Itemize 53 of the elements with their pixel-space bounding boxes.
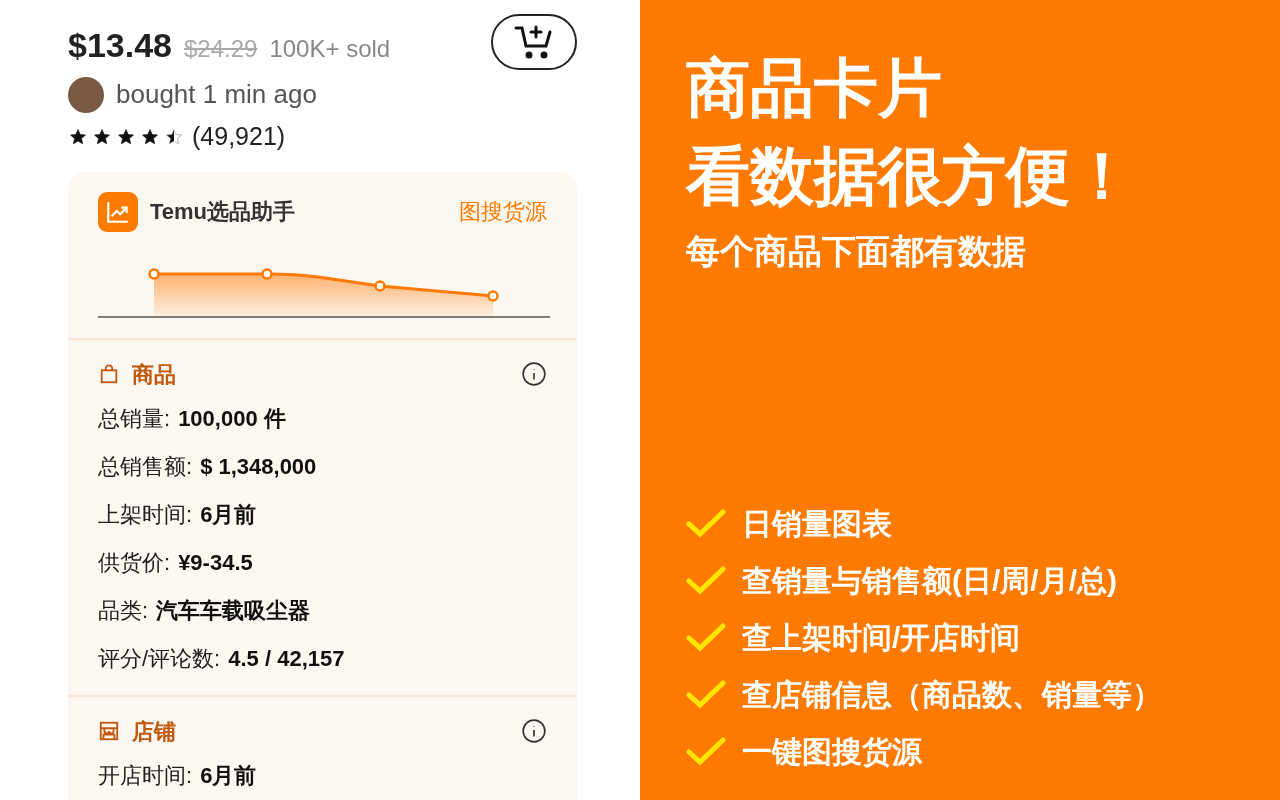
star-icon	[116, 126, 136, 147]
avatar	[68, 76, 104, 113]
star-icon	[140, 126, 160, 147]
shopping-bag-icon	[98, 363, 120, 385]
promo-headline: 看数据很方便！	[686, 139, 1135, 214]
stat-label: 品类:	[98, 596, 149, 625]
star-icon	[164, 126, 184, 147]
add-to-cart-button[interactable]	[491, 13, 577, 70]
review-count: (49,921)	[192, 121, 286, 152]
data-point	[487, 289, 499, 302]
stat-value: $ 1,348,000	[200, 452, 317, 481]
check-icon	[686, 679, 726, 710]
feature-text: 日销量图表	[742, 506, 892, 542]
stat-value: 100,000 件	[178, 404, 286, 433]
star-icon	[92, 126, 112, 147]
feature-text: 查店铺信息（商品数、销量等）	[742, 677, 1162, 713]
feature-text: 查销量与销售额(日/周/月/总)	[742, 563, 1117, 599]
promo-headline: 商品卡片	[686, 51, 943, 126]
section-title: 商品	[132, 360, 176, 389]
stat-value: ¥9-34.5	[178, 548, 253, 577]
check-icon	[686, 622, 726, 653]
star-icon	[68, 126, 88, 147]
stat-value: 汽车车载吸尘器	[156, 596, 311, 625]
stat-label: 总销售额:	[98, 452, 193, 481]
chart-logo-icon	[98, 191, 138, 232]
storefront-icon	[98, 720, 120, 742]
feature-text: 查上架时间/开店时间	[742, 620, 1021, 656]
sold-count: 100K+ sold	[269, 34, 391, 64]
data-point	[148, 267, 160, 280]
card-title: Temu选品助手	[150, 198, 296, 226]
feature-text: 一键图搜货源	[742, 734, 922, 770]
cart-plus-icon	[514, 23, 554, 60]
check-icon	[686, 565, 726, 596]
stat-label: 供货价:	[98, 548, 171, 577]
stat-value: 6月前	[200, 761, 257, 790]
section-title: 店铺	[132, 717, 176, 746]
data-point	[261, 267, 273, 280]
stat-label: 总销量:	[98, 404, 171, 433]
recent-purchase-text: bought 1 min ago	[116, 78, 317, 111]
stat-label: 开店时间:	[98, 761, 193, 790]
info-icon[interactable]	[521, 361, 547, 387]
check-icon	[686, 508, 726, 539]
price: $13.48	[68, 25, 172, 66]
info-icon[interactable]	[521, 718, 547, 744]
stat-value: 4.5 / 42,157	[228, 644, 345, 673]
stat-label: 评分/评论数:	[98, 644, 221, 673]
stat-value: 6月前	[200, 500, 257, 529]
original-price: $24.29	[184, 34, 258, 64]
stat-label: 上架时间:	[98, 500, 193, 529]
data-point	[374, 279, 386, 292]
promo-subtitle: 每个商品下面都有数据	[686, 231, 1027, 272]
image-search-link[interactable]: 图搜货源	[459, 195, 547, 228]
check-icon	[686, 736, 726, 767]
